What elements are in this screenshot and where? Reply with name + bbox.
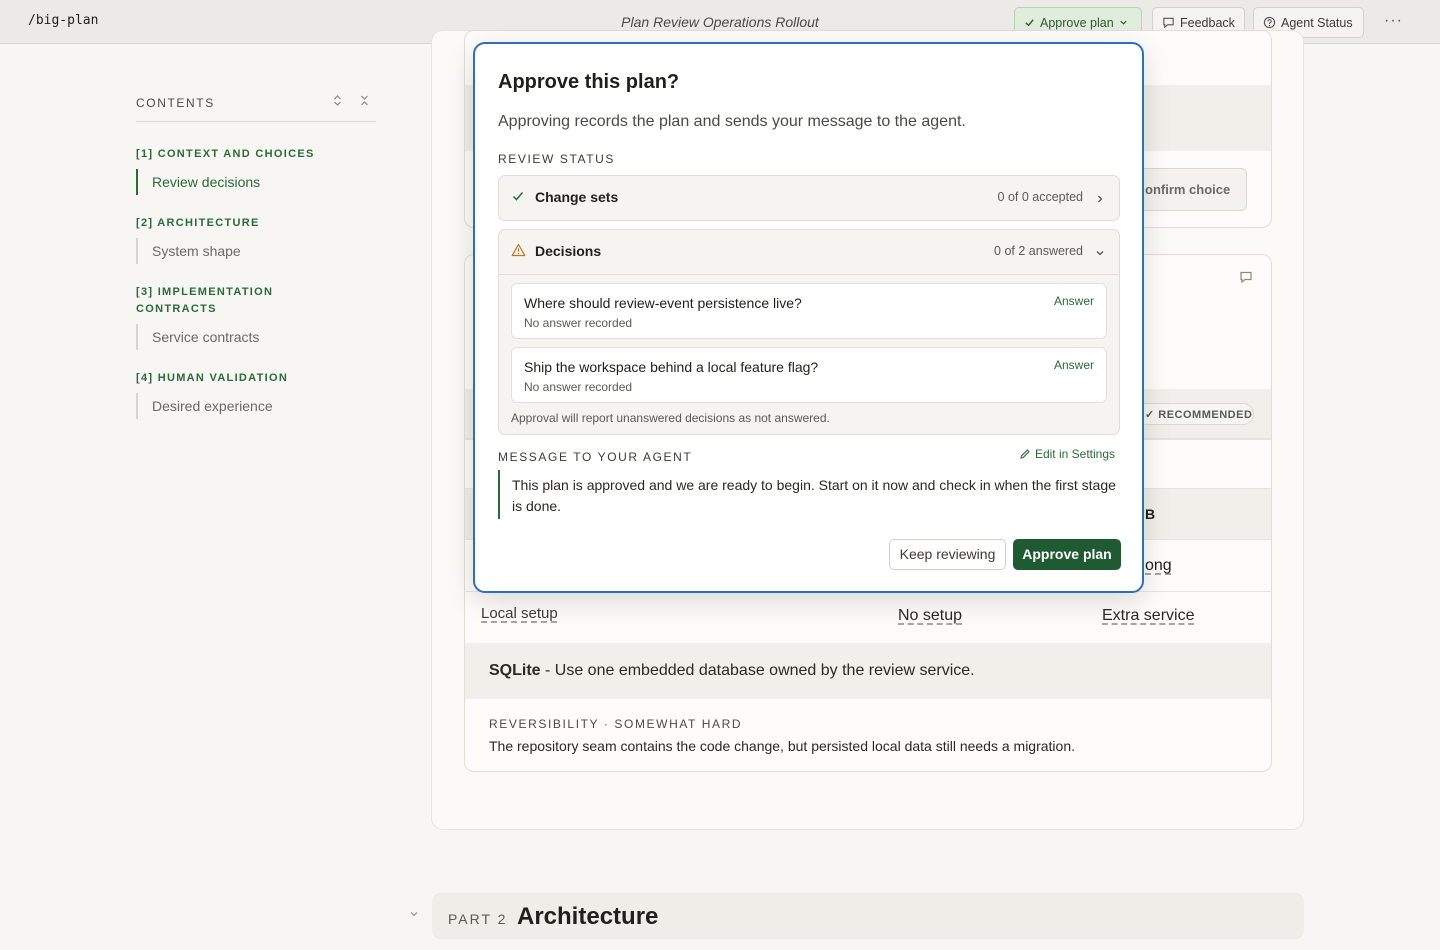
table-of-contents: CONTENTS [1] CONTEXT AND CHOICES Review … bbox=[136, 88, 376, 419]
keep-reviewing-button[interactable]: Keep reviewing bbox=[889, 539, 1006, 570]
change-sets-count: 0 of 0 accepted bbox=[997, 190, 1083, 204]
answer-link[interactable]: Answer bbox=[1054, 358, 1094, 372]
cell-extra-service: Extra service bbox=[1102, 607, 1195, 624]
toc-section-human-validation[interactable]: [4] HUMAN VALIDATION bbox=[136, 370, 376, 387]
approve-plan-button[interactable]: Approve plan bbox=[1013, 539, 1121, 570]
decisions-list: Where should review-event persistence li… bbox=[499, 274, 1119, 434]
toc-item-service-contracts[interactable]: Service contracts bbox=[136, 324, 376, 350]
dialog-subtitle: Approving records the plan and sends you… bbox=[498, 113, 966, 130]
option-header-fragment: B bbox=[1145, 506, 1156, 522]
agent-message: This plan is approved and we are ready t… bbox=[498, 470, 1118, 519]
toc-title: CONTENTS bbox=[136, 96, 215, 110]
comment-icon[interactable] bbox=[1239, 270, 1253, 289]
row-label-local-setup: Local setup bbox=[481, 605, 558, 622]
edit-in-settings-link[interactable]: Edit in Settings bbox=[1019, 447, 1115, 461]
decisions-title: Decisions bbox=[535, 243, 602, 259]
check-icon bbox=[511, 189, 525, 208]
toc-item-system-shape[interactable]: System shape bbox=[136, 238, 376, 264]
decision-status: No answer recorded bbox=[524, 380, 633, 394]
review-status-label: REVIEW STATUS bbox=[498, 152, 616, 166]
cell-no-setup: No setup bbox=[898, 607, 963, 624]
document-title: Plan Review Operations Rollout bbox=[621, 14, 819, 30]
chevron-down-icon[interactable] bbox=[409, 908, 419, 922]
change-sets-title: Change sets bbox=[535, 189, 619, 205]
part-number: PART 2 bbox=[448, 911, 508, 927]
feedback-label: Feedback bbox=[1180, 15, 1235, 30]
recommended-badge: ✓ RECOMMENDED bbox=[1136, 403, 1254, 425]
toc-item-review-decisions[interactable]: Review decisions bbox=[136, 169, 376, 195]
recommendation-description: - Use one embedded database owned by the… bbox=[540, 662, 975, 679]
message-label: MESSAGE TO YOUR AGENT bbox=[498, 450, 693, 464]
reversibility-text: The repository seam contains the code ch… bbox=[489, 738, 1075, 754]
recommendation-name: SQLite bbox=[489, 662, 541, 679]
toc-section-context[interactable]: [1] CONTEXT AND CHOICES bbox=[136, 146, 376, 163]
confirm-choice-button[interactable]: onfirm choice bbox=[1128, 168, 1247, 211]
pencil-icon bbox=[1020, 449, 1030, 459]
approve-plan-dialog: Approve this plan? Approving records the… bbox=[473, 42, 1144, 593]
part-title: Architecture bbox=[517, 903, 659, 930]
edit-in-settings-label: Edit in Settings bbox=[1034, 447, 1115, 461]
warning-icon bbox=[511, 243, 526, 262]
chevron-right-icon bbox=[1095, 191, 1105, 209]
toc-item-desired-experience[interactable]: Desired experience bbox=[136, 393, 376, 419]
toc-section-architecture[interactable]: [2] ARCHITECTURE bbox=[136, 215, 376, 232]
comment-icon bbox=[1163, 17, 1174, 29]
recommendation-text: SQLite - Use one embedded database owned… bbox=[489, 662, 975, 680]
decisions-panel: Decisions 0 of 2 answered Where should r… bbox=[498, 229, 1120, 435]
help-circle-icon bbox=[1263, 16, 1276, 29]
change-sets-panel[interactable]: Change sets 0 of 0 accepted bbox=[498, 175, 1120, 221]
toc-header: CONTENTS bbox=[136, 88, 376, 122]
agent-status-label: Agent Status bbox=[1281, 15, 1353, 30]
decision-question: Where should review-event persistence li… bbox=[524, 295, 802, 311]
approve-plan-label: Approve plan bbox=[1040, 15, 1114, 30]
decisions-count: 0 of 2 answered bbox=[994, 244, 1083, 258]
decision-question: Ship the workspace behind a local featur… bbox=[524, 359, 819, 375]
option-value-fragment: ong bbox=[1145, 557, 1172, 574]
toc-section-implementation[interactable]: [3] IMPLEMENTATION CONTRACTS bbox=[136, 284, 316, 318]
answer-link[interactable]: Answer bbox=[1054, 294, 1094, 308]
document-path: /big-plan bbox=[28, 13, 99, 28]
decision-item: Ship the workspace behind a local featur… bbox=[511, 347, 1107, 403]
chevron-down-icon bbox=[1095, 245, 1105, 263]
chevron-down-icon bbox=[1120, 20, 1127, 25]
decision-status: No answer recorded bbox=[524, 316, 633, 330]
expand-all-icon[interactable] bbox=[332, 94, 343, 110]
collapse-all-icon[interactable] bbox=[359, 94, 370, 110]
check-icon bbox=[1025, 19, 1034, 27]
decision-item: Where should review-event persistence li… bbox=[511, 283, 1107, 339]
dialog-title: Approve this plan? bbox=[498, 71, 680, 93]
reversibility-label: REVERSIBILITY · SOMEWHAT HARD bbox=[489, 717, 743, 731]
more-menu-button[interactable]: ··· bbox=[1384, 12, 1403, 30]
decisions-note: Approval will report unanswered decision… bbox=[511, 411, 830, 425]
